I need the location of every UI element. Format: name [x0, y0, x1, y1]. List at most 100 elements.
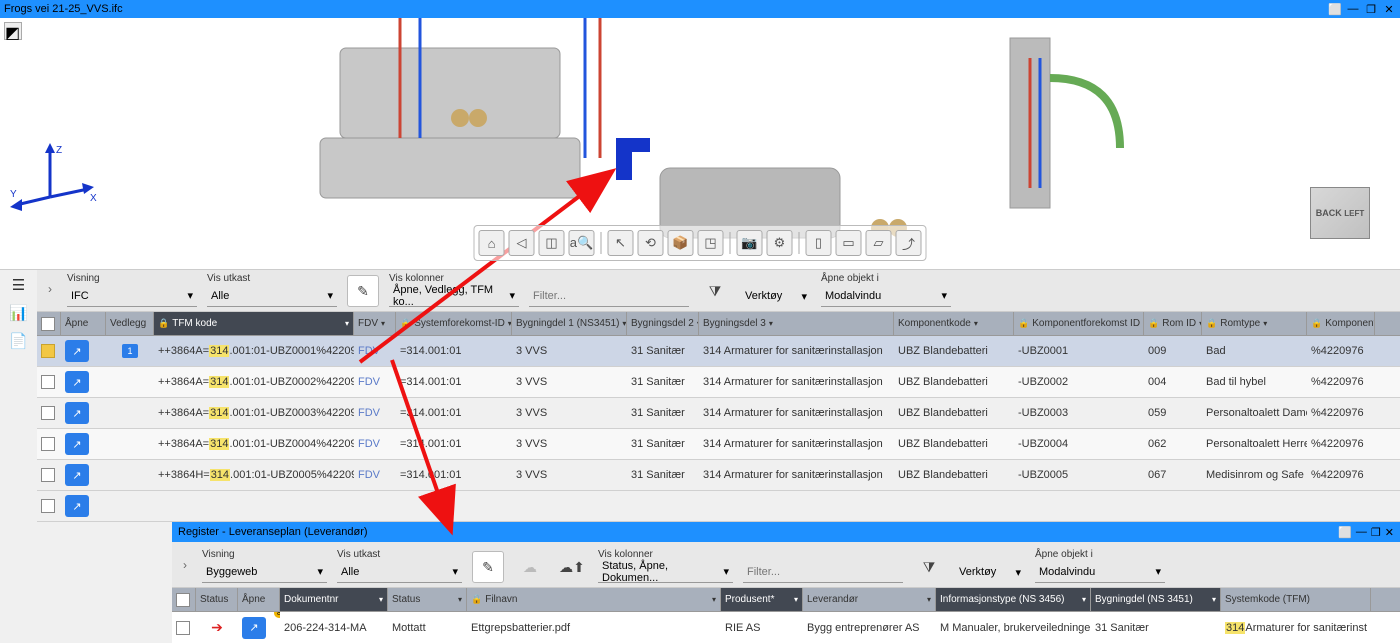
cell-b2: 31 Sanitær: [627, 398, 699, 428]
open-button[interactable]: ↗: [65, 402, 89, 424]
p2-col-leverandor[interactable]: Leverandør▾: [803, 588, 936, 611]
box-icon[interactable]: ◫: [539, 230, 565, 256]
col-romid[interactable]: 🔒Rom ID▾: [1144, 312, 1202, 335]
fdv-link[interactable]: FDV: [358, 438, 380, 450]
p2-filter-input[interactable]: [743, 561, 903, 583]
orbit-icon[interactable]: ⟲: [638, 230, 664, 256]
rail-layers-icon[interactable]: ☰: [8, 276, 30, 294]
home-icon[interactable]: ⌂: [479, 230, 505, 256]
p2-col-bygningdel[interactable]: Bygningdel (NS 3451)▾: [1091, 588, 1221, 611]
col-fdv[interactable]: FDV▾: [354, 312, 396, 335]
p2-col-status[interactable]: Status: [196, 588, 238, 611]
open-button[interactable]: ↗: [65, 495, 89, 517]
verktoy-select[interactable]: Verktøy▾: [741, 285, 811, 307]
settings-icon[interactable]: ⚙: [767, 230, 793, 256]
cube-icon[interactable]: ◳: [698, 230, 724, 256]
package-icon[interactable]: 📦: [668, 230, 694, 256]
open-button[interactable]: ↗: [65, 433, 89, 455]
cell-rt: Medisinrom og Safe: [1202, 460, 1307, 490]
col-komponent[interactable]: 🔒Komponent: [1307, 312, 1375, 335]
viewport-3d[interactable]: ◩ Z X Y: [0, 18, 1400, 270]
panel2-minimize-icon[interactable]: —: [1356, 526, 1367, 539]
fdv-link[interactable]: FDV: [358, 376, 380, 388]
open-button[interactable]: ↗: [65, 340, 89, 362]
p2-visning-select[interactable]: Byggeweb▾: [202, 561, 327, 583]
open-button[interactable]: ↗: [65, 371, 89, 393]
p2-verktoy-select[interactable]: Verktøy▾: [955, 561, 1025, 583]
p2-col-dokumentnr[interactable]: Dokumentnr▾: [280, 588, 388, 611]
fdv-link[interactable]: FDV: [358, 407, 380, 419]
viewport-corner-button[interactable]: ◩: [4, 22, 22, 40]
svg-text:Y: Y: [10, 189, 17, 200]
edit-button[interactable]: ✎: [347, 275, 379, 307]
p2-open-button[interactable]: ↗8: [242, 617, 266, 639]
restore-icon[interactable]: ❐: [1364, 2, 1378, 16]
visutkast-select[interactable]: Alle▾: [207, 285, 337, 307]
panel2-restore-icon[interactable]: ❐: [1371, 526, 1381, 539]
col-kompforekomst[interactable]: 🔒Komponentforekomst ID▾: [1014, 312, 1144, 335]
axis-gizmo[interactable]: Z X Y: [10, 139, 100, 219]
p2-cloud-upload-icon[interactable]: ☁⬆: [556, 551, 588, 583]
collapse-chevron[interactable]: ›: [43, 271, 57, 307]
col-romtype[interactable]: 🔒Romtype▾: [1202, 312, 1307, 335]
status-arrow-icon: ➔: [211, 619, 223, 636]
col-apne[interactable]: Åpne: [61, 312, 106, 335]
section-side-icon[interactable]: ▭: [836, 230, 862, 256]
row-checkbox[interactable]: [41, 499, 55, 513]
cell-b2: 31 Sanitær: [627, 429, 699, 459]
col-bygn2[interactable]: Bygningsdel 2▾: [627, 312, 699, 335]
view-cube[interactable]: BACK LEFT: [1310, 187, 1370, 239]
attachment-badge[interactable]: 1: [122, 344, 138, 358]
row-checkbox[interactable]: [41, 468, 55, 482]
col-tfm[interactable]: 🔒TFM kode▾: [154, 312, 354, 335]
p2-visutkast-select[interactable]: Alle▾: [337, 561, 462, 583]
upload-icon[interactable]: ⤴: [896, 230, 922, 256]
rail-stats-icon[interactable]: 📊: [8, 304, 30, 322]
p2-col-apne[interactable]: Åpne: [238, 588, 280, 611]
p2-viskol-select[interactable]: Status, Åpne, Dokumen...▾: [598, 561, 733, 583]
p2-col-filnavn[interactable]: 🔒Filnavn▾: [467, 588, 721, 611]
fdv-link[interactable]: FDV: [358, 469, 380, 481]
panel2-maximize-icon[interactable]: ⬜: [1338, 526, 1352, 539]
col-bygn1[interactable]: Bygningdel 1 (NS3451)▾: [512, 312, 627, 335]
p2-filter-clear-icon[interactable]: ⧩: [913, 551, 945, 583]
viskol-select[interactable]: Åpne, Vedlegg, TFM ko...▾: [389, 285, 519, 307]
minimize-icon[interactable]: —: [1346, 2, 1360, 16]
row-checkbox[interactable]: [41, 344, 55, 358]
panel2-close-icon[interactable]: ✕: [1385, 526, 1394, 539]
p2-header-checkbox[interactable]: [176, 593, 190, 607]
text-search-icon[interactable]: a🔍: [569, 230, 595, 256]
panel2-collapse-chevron[interactable]: ›: [178, 547, 192, 583]
col-kompkode[interactable]: Komponentkode▾: [894, 312, 1014, 335]
col-vedlegg[interactable]: Vedlegg: [106, 312, 154, 335]
nav-back-icon[interactable]: ◁: [509, 230, 535, 256]
fdv-link[interactable]: FDV: [358, 345, 380, 357]
filter-clear-icon[interactable]: ⧩: [699, 275, 731, 307]
close-icon[interactable]: ✕: [1382, 2, 1396, 16]
table-row: ↗++3864A=314.001:01-UBZ0003%4220976FDV=3…: [37, 398, 1400, 429]
cursor-icon[interactable]: ↖: [608, 230, 634, 256]
row-checkbox[interactable]: [41, 375, 55, 389]
p2-row-checkbox[interactable]: [176, 621, 190, 635]
header-checkbox[interactable]: [41, 317, 55, 331]
p2-col-status2[interactable]: Status▾: [388, 588, 467, 611]
apneobj-select[interactable]: Modalvindu▾: [821, 285, 951, 307]
section-front-icon[interactable]: ▯: [806, 230, 832, 256]
section-top-icon[interactable]: ▱: [866, 230, 892, 256]
maximize-icon[interactable]: ⬜: [1328, 2, 1342, 16]
p2-edit-button[interactable]: ✎: [472, 551, 504, 583]
rail-doc-icon[interactable]: 📄: [8, 332, 30, 350]
p2-col-systemkode[interactable]: Systemkode (TFM): [1221, 588, 1371, 611]
camera-icon[interactable]: 📷: [737, 230, 763, 256]
col-sysforekomst[interactable]: 🔒Systemforekomst-ID▾: [396, 312, 512, 335]
p2-col-produsent[interactable]: Produsent*▾: [721, 588, 803, 611]
row-checkbox[interactable]: [41, 437, 55, 451]
col-bygn3[interactable]: Bygningsdel 3▾: [699, 312, 894, 335]
p2-cloud-download-icon[interactable]: ☁: [514, 551, 546, 583]
row-checkbox[interactable]: [41, 406, 55, 420]
p2-apneobj-select[interactable]: Modalvindu▾: [1035, 561, 1165, 583]
filter-input[interactable]: [529, 285, 689, 307]
visning-select[interactable]: IFC▾: [67, 285, 197, 307]
open-button[interactable]: ↗: [65, 464, 89, 486]
p2-col-infotype[interactable]: Informasjonstype (NS 3456)▾: [936, 588, 1091, 611]
